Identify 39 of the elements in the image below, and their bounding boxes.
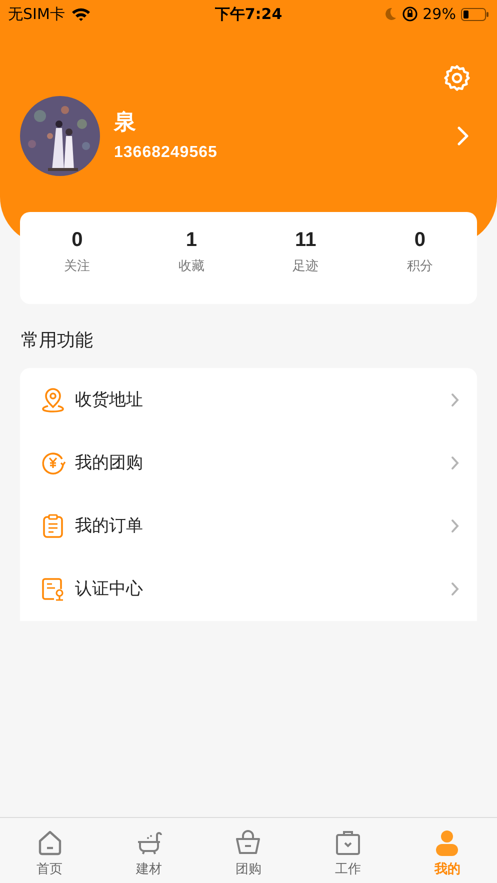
settings-icon[interactable] — [443, 64, 471, 92]
rotation-lock-icon — [402, 6, 418, 22]
tab-item[interactable]: 团购 — [198, 818, 298, 883]
basket-icon — [234, 829, 262, 857]
menu-item[interactable]: 认证中心 — [20, 557, 477, 620]
battery-icon — [460, 8, 489, 20]
clipboard-icon — [40, 512, 66, 538]
stat-value: 11 — [295, 228, 316, 252]
phone-number: 13668249565 — [114, 143, 218, 163]
menu-item[interactable]: 我的团购 — [20, 431, 477, 494]
tab-item[interactable]: 建材 — [99, 818, 199, 883]
stat-label: 关注 — [64, 257, 90, 275]
stat-label: 足迹 — [292, 257, 319, 275]
stat-label: 积分 — [406, 257, 433, 275]
briefcase-icon — [334, 829, 362, 857]
stat-value: 0 — [414, 228, 426, 252]
carrier-text: 无SIM卡 — [8, 4, 65, 25]
location-pin-icon — [40, 386, 66, 412]
stat-label: 收藏 — [178, 257, 204, 275]
chevron-right-icon[interactable] — [457, 126, 469, 146]
time-text: 下午7:24 — [214, 4, 284, 25]
bathtub-icon — [135, 829, 164, 857]
stat-value: 1 — [186, 228, 197, 252]
menu-item[interactable]: 我的订单 — [20, 494, 477, 557]
chevron-right-icon — [451, 582, 459, 596]
tab-item[interactable]: 首页 — [0, 818, 100, 883]
chevron-right-icon — [451, 392, 459, 406]
certificate-icon — [40, 576, 66, 602]
tab-item[interactable]: 工作 — [298, 818, 398, 883]
stat-value: 0 — [72, 228, 83, 252]
section-title: 常用功能 — [21, 329, 94, 352]
chevron-right-icon — [451, 518, 459, 532]
menu-item[interactable]: 收货地址 — [20, 368, 477, 431]
yen-circle-icon — [40, 450, 66, 476]
moon-icon — [384, 7, 397, 21]
chevron-right-icon — [451, 456, 459, 470]
wifi-icon — [70, 7, 91, 21]
battery-text: 29% — [422, 4, 456, 25]
user-name: 泉 — [114, 108, 137, 136]
